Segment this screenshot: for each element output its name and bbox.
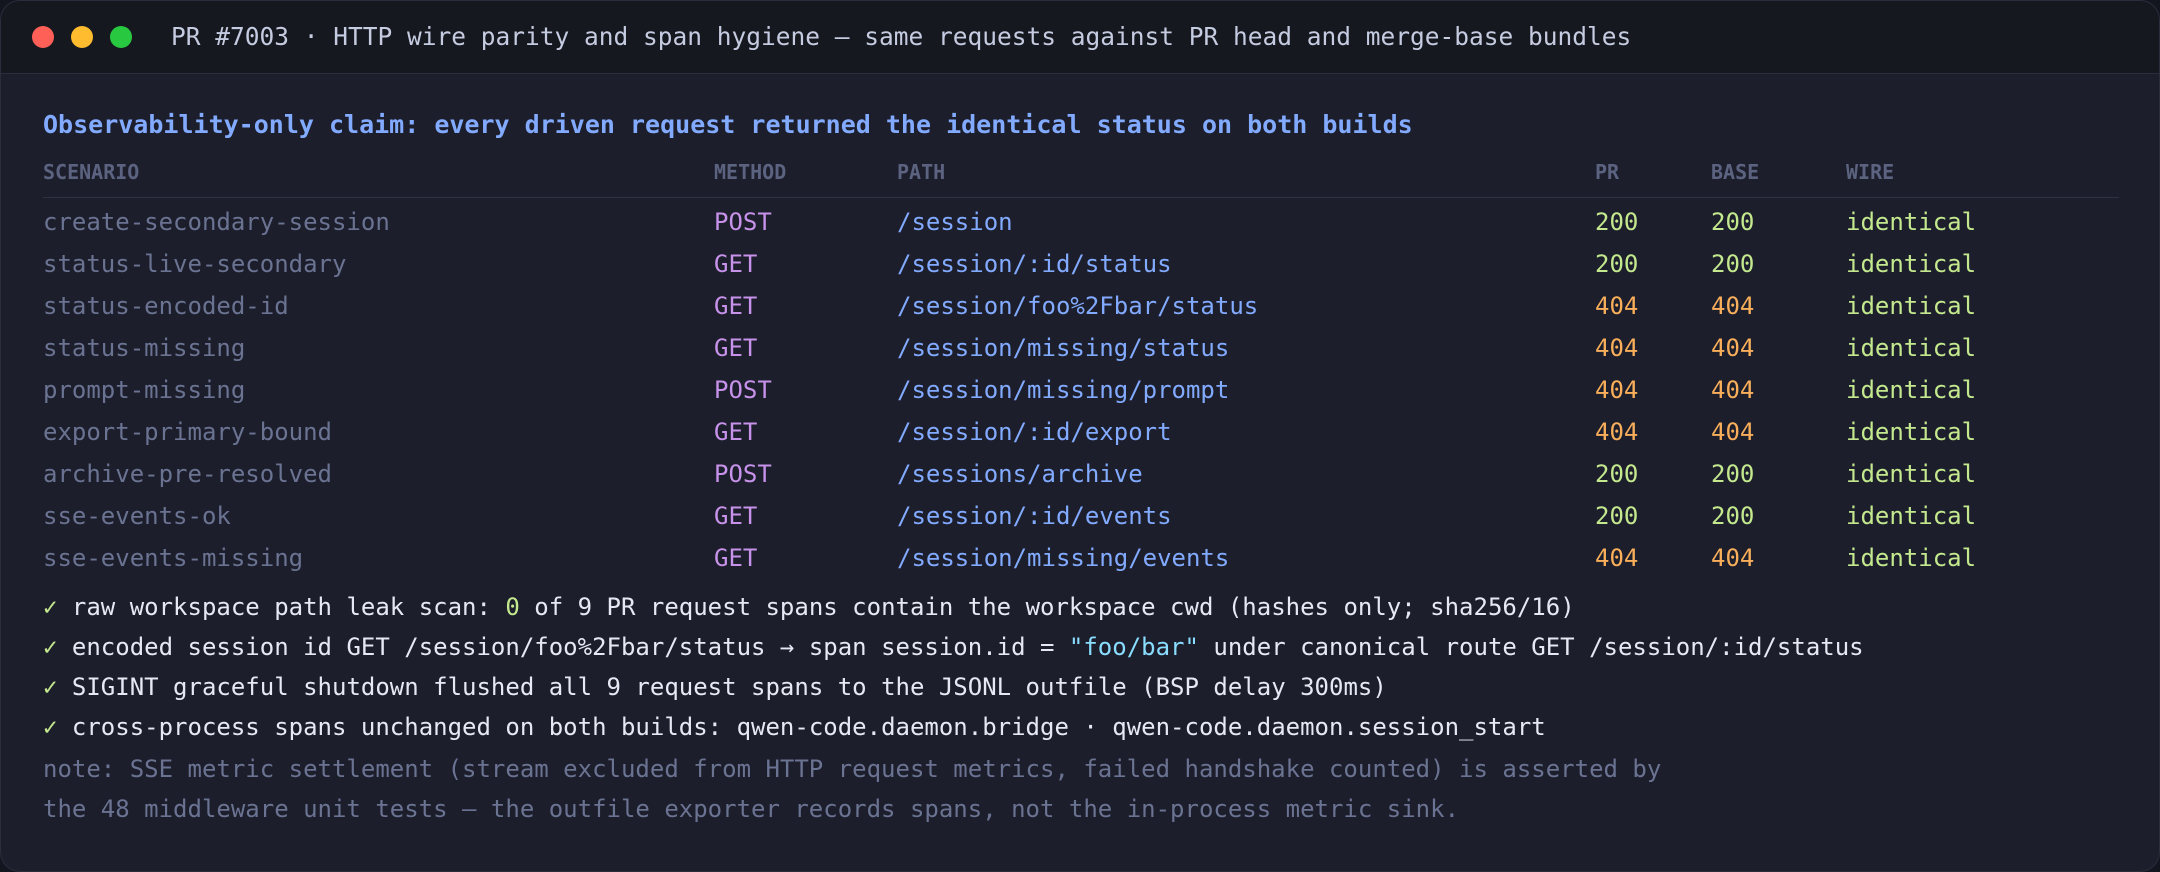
wire-cell: identical [1846, 376, 1977, 404]
base-status-cell: 404 [1711, 418, 1755, 446]
window-title: PR #7003 · HTTP wire parity and span hyg… [171, 22, 1632, 51]
claim-heading: Observability-only claim: every driven r… [43, 110, 1413, 139]
check-mark-icon: ✓ [43, 593, 58, 621]
scenario-cell: status-encoded-id [43, 292, 289, 320]
path-cell: /session/:id/status [897, 250, 1172, 278]
scenario-cell: prompt-missing [43, 376, 246, 404]
method-cell: GET [714, 334, 758, 362]
header-pr: PR [1595, 160, 1620, 184]
path-cell: /session [897, 208, 1013, 236]
scenario-cell: status-missing [43, 334, 246, 362]
check-encoded-id: ✓ encoded session id GET /session/foo%2F… [43, 633, 1864, 661]
table-row: create-secondary-session POST/session 200 2… [43, 201, 2119, 243]
path-cell: /session/missing/events [897, 544, 1230, 572]
minimize-window-button[interactable] [71, 26, 93, 48]
method-cell: GET [714, 250, 758, 278]
path-cell: /session/:id/export [897, 418, 1172, 446]
table-row: export-primary-bound GET/session/:id/expo… [43, 411, 2119, 453]
base-status-cell: 200 [1711, 460, 1755, 488]
table-row: archive-pre-resolved POST/sessions/archiv… [43, 453, 2119, 495]
pr-status-cell: 200 [1595, 250, 1639, 278]
pr-status-cell: 404 [1595, 544, 1639, 572]
pr-status-cell: 404 [1595, 376, 1639, 404]
header-path: PATH [897, 160, 946, 184]
table-row: sse-events-ok GET/session/:id/events 200 20… [43, 495, 2119, 537]
header-scenario: SCENARIO [43, 160, 140, 184]
check-cross-process: ✓ cross-process spans unchanged on both … [43, 713, 1546, 741]
title-bar: PR #7003 · HTTP wire parity and span hyg… [1, 1, 2159, 74]
method-cell: GET [714, 502, 758, 530]
close-window-button[interactable] [32, 26, 54, 48]
wire-cell: identical [1846, 418, 1977, 446]
base-status-cell: 404 [1711, 544, 1755, 572]
table-row: status-missing GET/session/missing/status… [43, 327, 2119, 369]
scenario-cell: sse-events-missing [43, 544, 304, 572]
path-cell: /sessions/archive [897, 460, 1143, 488]
pr-status-cell: 200 [1595, 502, 1639, 530]
table-row: status-encoded-id GET/session/foo%2Fbar/s… [43, 285, 2119, 327]
table-row: status-live-secondary GET/session/:id/sta… [43, 243, 2119, 285]
method-cell: POST [714, 460, 772, 488]
path-cell: /session/missing/status [897, 334, 1230, 362]
terminal-window: PR #7003 · HTTP wire parity and span hyg… [0, 0, 2160, 872]
note-line-1: note: SSE metric settlement (stream excl… [43, 755, 1662, 783]
path-cell: /session/:id/events [897, 502, 1172, 530]
table-header: SCENARIO METHOD PATH PR BASE WIRE [43, 157, 2119, 198]
scenario-cell: sse-events-ok [43, 502, 231, 530]
check-leak-scan: ✓ raw workspace path leak scan: 0 of 9 P… [43, 593, 1575, 621]
method-cell: GET [714, 418, 758, 446]
header-method: METHOD [714, 160, 787, 184]
wire-cell: identical [1846, 292, 1977, 320]
method-cell: GET [714, 544, 758, 572]
wire-cell: identical [1846, 544, 1977, 572]
scenario-cell: export-primary-bound [43, 418, 332, 446]
scenario-cell: create-secondary-session [43, 208, 390, 236]
check-mark-icon: ✓ [43, 713, 58, 741]
wire-cell: identical [1846, 502, 1977, 530]
base-status-cell: 404 [1711, 334, 1755, 362]
path-cell: /session/missing/prompt [897, 376, 1230, 404]
base-status-cell: 200 [1711, 502, 1755, 530]
base-status-cell: 200 [1711, 208, 1755, 236]
check-mark-icon: ✓ [43, 673, 58, 701]
table-row: prompt-missing POST/session/missing/promp… [43, 369, 2119, 411]
path-cell: /session/foo%2Fbar/status [897, 292, 1259, 320]
wire-cell: identical [1846, 334, 1977, 362]
pr-status-cell: 404 [1595, 292, 1639, 320]
pr-status-cell: 404 [1595, 418, 1639, 446]
method-cell: POST [714, 376, 772, 404]
wire-cell: identical [1846, 208, 1977, 236]
scenario-cell: status-live-secondary [43, 250, 347, 278]
base-status-cell: 404 [1711, 376, 1755, 404]
note-line-2: the 48 middleware unit tests — the outfi… [43, 795, 1460, 823]
method-cell: POST [714, 208, 772, 236]
pr-status-cell: 200 [1595, 208, 1639, 236]
wire-cell: identical [1846, 460, 1977, 488]
base-status-cell: 404 [1711, 292, 1755, 320]
scenario-cell: archive-pre-resolved [43, 460, 332, 488]
method-cell: GET [714, 292, 758, 320]
pr-status-cell: 200 [1595, 460, 1639, 488]
table-row: sse-events-missing GET/session/missing/ev… [43, 537, 2119, 579]
header-base: BASE [1711, 160, 1760, 184]
base-status-cell: 200 [1711, 250, 1755, 278]
check-mark-icon: ✓ [43, 633, 58, 661]
wire-cell: identical [1846, 250, 1977, 278]
header-wire: WIRE [1846, 160, 1895, 184]
pr-status-cell: 404 [1595, 334, 1639, 362]
check-sigint: ✓ SIGINT graceful shutdown flushed all 9… [43, 673, 1387, 701]
zoom-window-button[interactable] [110, 26, 132, 48]
